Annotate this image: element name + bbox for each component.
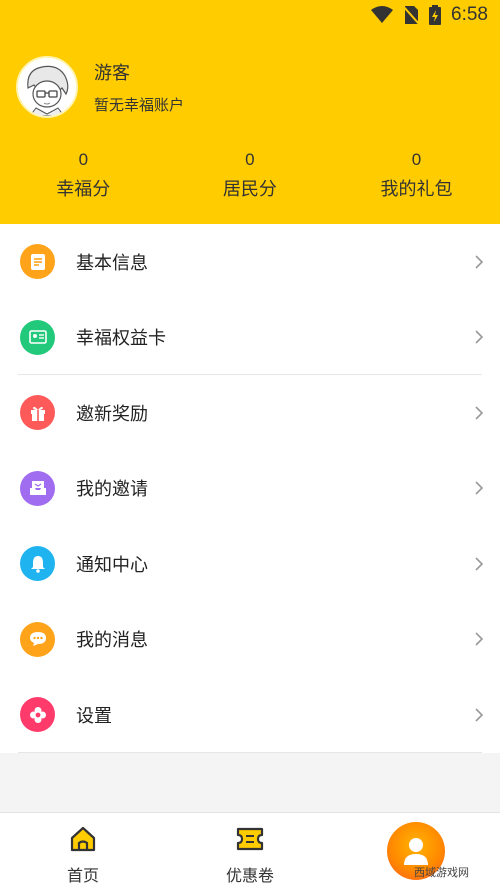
profile-name: 游客 bbox=[94, 63, 130, 84]
menu-label: 通知中心 bbox=[76, 554, 148, 576]
stat-gift[interactable]: 0 我的礼包 bbox=[333, 150, 500, 201]
tab-label: 优惠卷 bbox=[225, 866, 274, 885]
stat-label: 幸福分 bbox=[56, 179, 111, 200]
menu-label: 我的消息 bbox=[76, 630, 148, 652]
bell-icon bbox=[20, 546, 55, 582]
menu-label: 邀新奖励 bbox=[76, 403, 148, 425]
stat-label: 我的礼包 bbox=[380, 179, 453, 200]
stat-happiness[interactable]: 0 幸福分 bbox=[0, 150, 167, 201]
status-time: 6:58 bbox=[451, 4, 488, 25]
menu-label: 幸福权益卡 bbox=[76, 328, 166, 350]
battery-icon bbox=[429, 5, 442, 25]
chevron-right-icon bbox=[475, 557, 484, 571]
menu-item-my-invites[interactable]: 我的邀请 bbox=[0, 451, 500, 527]
menu-label: 基本信息 bbox=[76, 252, 148, 274]
profile[interactable]: 游客 暂无幸福账户 bbox=[16, 56, 184, 118]
person-icon bbox=[404, 838, 428, 865]
stat-label: 居民分 bbox=[222, 179, 277, 200]
home-icon bbox=[70, 826, 96, 852]
menu-item-notification-center[interactable]: 通知中心 bbox=[0, 526, 500, 602]
chevron-right-icon bbox=[475, 330, 484, 344]
card-icon bbox=[20, 319, 55, 355]
chevron-right-icon bbox=[475, 481, 484, 495]
stat-resident[interactable]: 0 居民分 bbox=[167, 150, 334, 201]
watermark: 西域游戏网 bbox=[414, 866, 469, 879]
menu-item-basic-info[interactable]: 基本信息 bbox=[0, 224, 500, 300]
chevron-right-icon bbox=[475, 708, 484, 722]
no-sim-icon bbox=[403, 5, 420, 25]
menu-item-settings[interactable]: 设置 bbox=[0, 677, 500, 753]
document-icon bbox=[20, 244, 55, 280]
tab-home[interactable]: 首页 bbox=[28, 813, 138, 889]
status-bar: 6:58 bbox=[0, 0, 500, 34]
chevron-right-icon bbox=[475, 406, 484, 420]
flower-icon bbox=[20, 697, 55, 733]
gift-icon bbox=[20, 395, 55, 431]
stat-value: 0 bbox=[411, 150, 422, 169]
stats-row: 0 幸福分 0 居民分 0 我的礼包 bbox=[0, 150, 500, 201]
menu-label: 我的邀请 bbox=[76, 479, 148, 501]
menu-list: 基本信息 幸福权益卡 邀新奖励 我的邀请 通知中心 我的消息 设置 bbox=[0, 224, 500, 753]
menu-label: 设置 bbox=[76, 705, 112, 727]
chat-icon bbox=[20, 621, 55, 657]
profile-subtitle: 暂无幸福账户 bbox=[94, 96, 185, 114]
tab-coupon[interactable]: 优惠卷 bbox=[195, 813, 305, 889]
chevron-right-icon bbox=[475, 632, 484, 646]
menu-item-benefit-card[interactable]: 幸福权益卡 bbox=[0, 300, 500, 376]
stat-value: 0 bbox=[245, 150, 255, 169]
avatar[interactable] bbox=[16, 56, 78, 118]
menu-item-invite-reward[interactable]: 邀新奖励 bbox=[0, 375, 500, 451]
tab-label: 首页 bbox=[66, 866, 99, 885]
stat-value: 0 bbox=[78, 150, 89, 169]
wifi-icon bbox=[371, 6, 394, 23]
coupon-icon bbox=[236, 827, 264, 851]
menu-item-my-messages[interactable]: 我的消息 bbox=[0, 602, 500, 678]
inbox-icon bbox=[20, 470, 55, 506]
chevron-right-icon bbox=[475, 255, 484, 269]
